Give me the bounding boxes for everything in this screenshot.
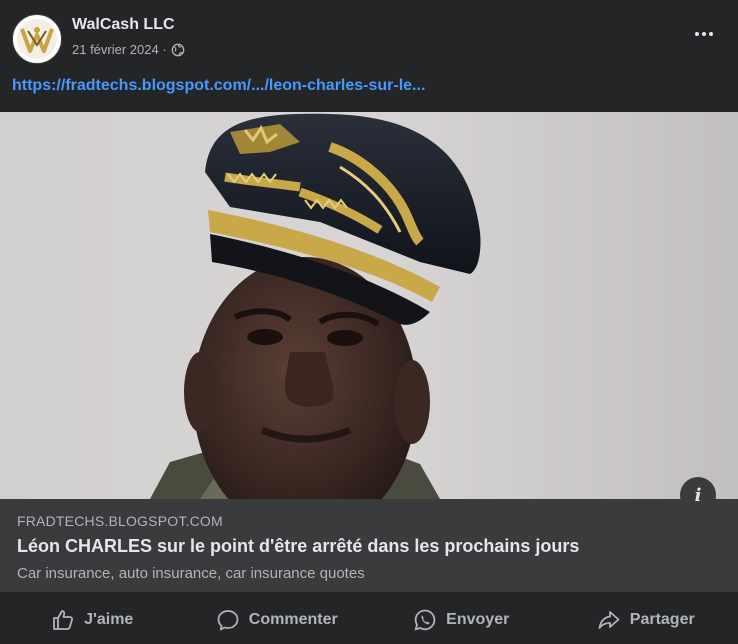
facebook-post: WalCash LLC 21 février 2024 · https://fr… — [0, 0, 738, 644]
more-options-icon[interactable] — [690, 24, 718, 44]
link-domain: FRADTECHS.BLOGSPOT.COM — [17, 513, 223, 529]
comment-icon — [217, 610, 239, 631]
like-button[interactable]: J'aime — [0, 600, 185, 640]
send-button[interactable]: Envoyer — [369, 600, 554, 640]
share-label: Partager — [629, 611, 695, 628]
like-icon — [53, 610, 74, 630]
share-button[interactable]: Partager — [554, 600, 738, 640]
link-description: Car insurance, auto insurance, car insur… — [17, 565, 365, 582]
send-label: Envoyer — [446, 611, 510, 628]
walcash-logo — [17, 19, 57, 59]
whatsapp-icon — [414, 609, 436, 631]
post-actions-bar: J'aime Commenter Envoyer Partager — [0, 596, 738, 644]
author-name[interactable]: WalCash LLC — [72, 16, 175, 34]
like-label: J'aime — [84, 611, 134, 628]
share-icon — [598, 611, 620, 629]
post-meta: 21 février 2024 · — [72, 42, 185, 57]
post-date[interactable]: 21 février 2024 · — [72, 42, 167, 57]
link-preview-image[interactable] — [0, 112, 738, 499]
globe-icon — [171, 43, 185, 56]
comment-button[interactable]: Commenter — [185, 600, 370, 640]
post-link-url[interactable]: https://fradtechs.blogspot.com/.../leon-… — [12, 77, 425, 95]
author-avatar[interactable] — [12, 14, 62, 64]
link-title[interactable]: Léon CHARLES sur le point d'être arrêté … — [17, 536, 579, 557]
info-icon[interactable]: i — [680, 477, 716, 513]
officer-portrait-image — [0, 112, 738, 499]
comment-label: Commenter — [248, 611, 338, 628]
post-header: WalCash LLC 21 février 2024 · — [0, 0, 738, 70]
